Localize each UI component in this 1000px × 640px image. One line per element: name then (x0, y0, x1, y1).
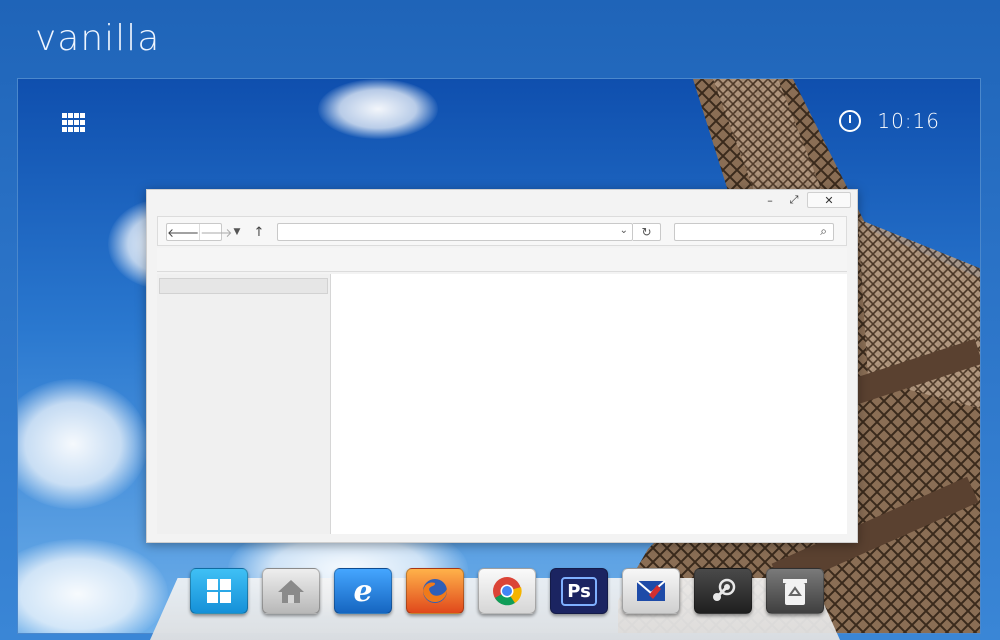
command-bar (157, 248, 847, 272)
file-list-pane[interactable] (331, 274, 847, 534)
address-bar[interactable]: ⌄ (277, 223, 633, 244)
internet-explorer-icon[interactable]: e (334, 568, 392, 614)
search-input[interactable] (675, 227, 833, 244)
sidebar-item-selected[interactable] (159, 278, 328, 294)
search-icon[interactable]: ⌕ (820, 224, 827, 239)
back-forward-group: 🡐 🡒 (166, 223, 232, 241)
address-input[interactable] (278, 227, 632, 244)
forward-button[interactable]: 🡒 (199, 224, 232, 240)
ie-letter: e (353, 573, 373, 609)
explorer-window: – ⤢ ✕ 🡐 🡒 ▼ ↑ ⌄ ↻ ⌕ (146, 189, 858, 543)
cloud (18, 539, 168, 633)
photoshop-icon[interactable]: Ps (550, 568, 608, 614)
refresh-button[interactable]: ↻ (633, 223, 661, 241)
maximize-button[interactable]: ⤢ (783, 192, 805, 208)
navigation-toolbar: 🡐 🡒 ▼ ↑ ⌄ ↻ ⌕ (157, 216, 847, 246)
up-button[interactable]: ↑ (252, 223, 266, 241)
clock-icon (839, 110, 862, 132)
chrome-icon[interactable] (478, 568, 536, 614)
cloud (318, 79, 438, 139)
firefox-icon[interactable] (406, 568, 464, 614)
steam-icon[interactable] (694, 568, 752, 614)
clock-area[interactable]: 10:16 (839, 109, 940, 133)
windows-start-icon[interactable] (190, 568, 248, 614)
recycle-bin-icon[interactable] (766, 568, 824, 614)
desktop-wallpaper: 10:16 – ⤢ ✕ 🡐 🡒 ▼ ↑ ⌄ ↻ ⌕ (17, 78, 981, 634)
photoshop-label: Ps (561, 576, 597, 606)
brand-title: vanilla (35, 18, 161, 59)
cloud (18, 379, 148, 509)
address-chevron-down-icon[interactable]: ⌄ (620, 225, 628, 236)
apps-grid-icon[interactable] (62, 113, 86, 133)
minimize-button[interactable]: – (759, 192, 781, 208)
clock-time: 10:16 (877, 109, 940, 133)
navigation-pane (157, 274, 331, 534)
home-folder-icon[interactable] (262, 568, 320, 614)
title-bar[interactable]: – ⤢ ✕ (147, 190, 857, 212)
mail-icon[interactable] (622, 568, 680, 614)
dock: e Ps (190, 568, 824, 614)
recent-locations-chevron-down-icon[interactable]: ▼ (230, 223, 244, 241)
back-button[interactable]: 🡐 (167, 224, 199, 240)
search-box[interactable]: ⌕ (674, 223, 834, 244)
close-button[interactable]: ✕ (807, 192, 851, 208)
